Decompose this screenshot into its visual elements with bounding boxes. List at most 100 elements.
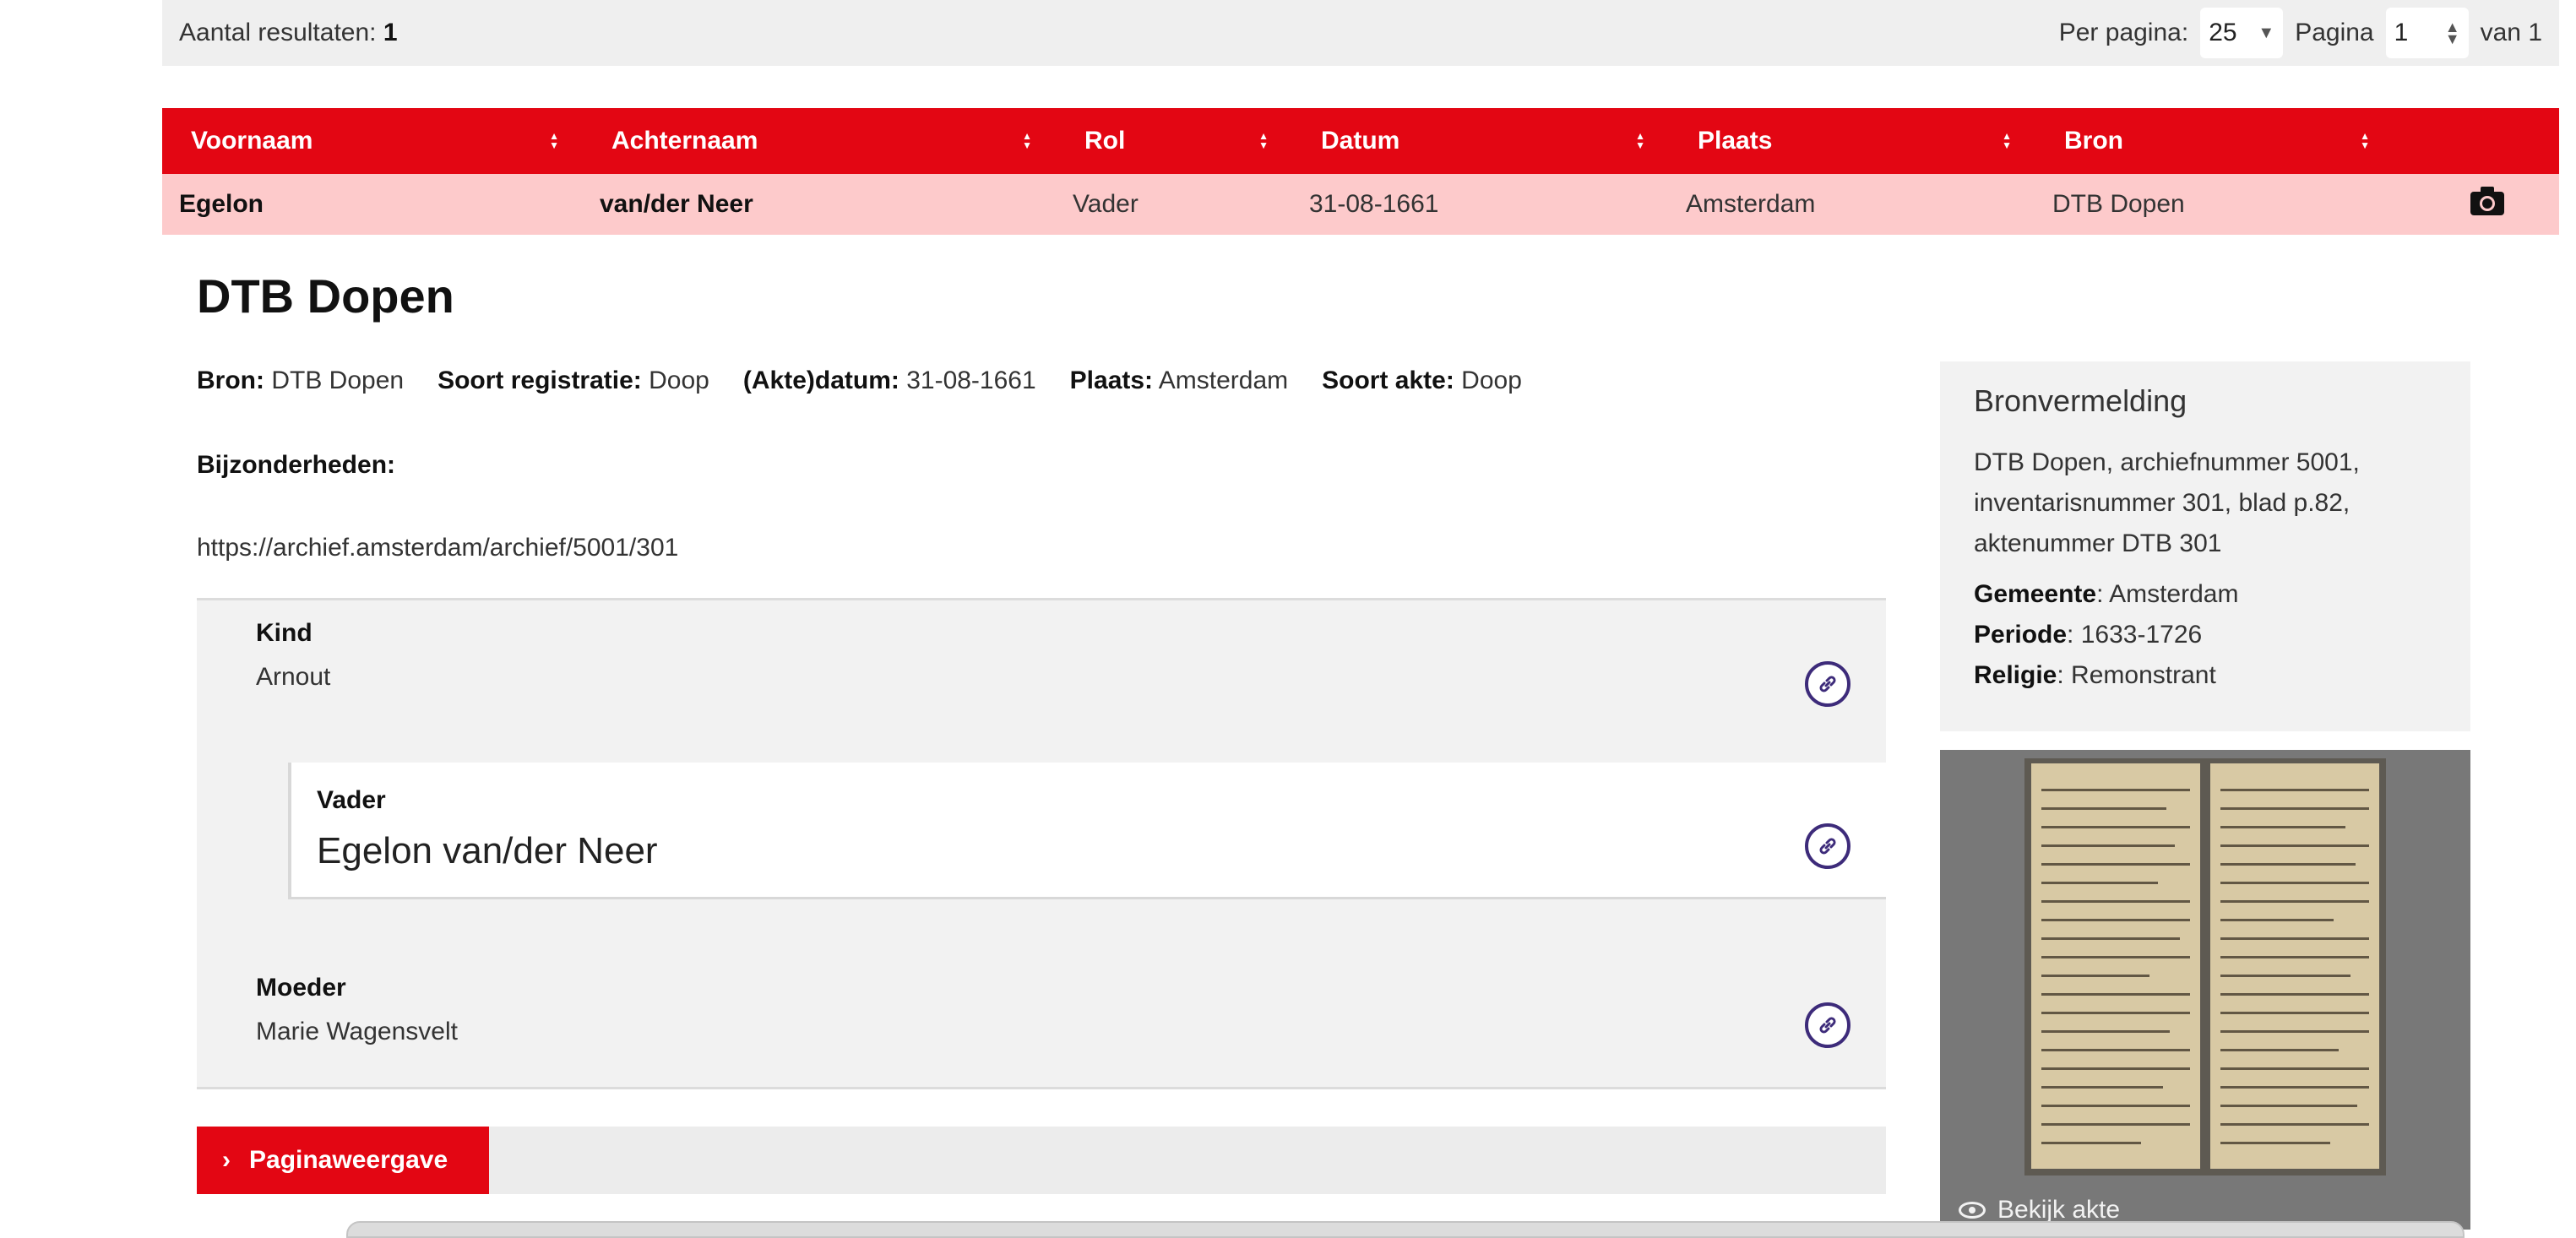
th-rol[interactable]: Rol ▲ ▼ — [1056, 108, 1292, 174]
link-icon[interactable] — [1805, 823, 1850, 869]
results-count-value: 1 — [383, 19, 398, 46]
cell-plaats: Amsterdam — [1686, 190, 1816, 218]
bekijk-akte-link[interactable]: Bekijk akte — [1959, 1196, 2120, 1224]
meta-plaats-value: Amsterdam — [1158, 367, 1289, 394]
persons-panel: Kind Arnout Vader Egelon van/der Neer Mo… — [197, 598, 1886, 1089]
pagination-controls: Per pagina: 25 ▼ Pagina 1 ▲ ▼ van 1 — [2059, 8, 2542, 58]
bijzonderheden-label: Bijzonderheden: — [197, 451, 396, 479]
meta-soort: Soort registratie: Doop — [437, 367, 709, 395]
sort-icon[interactable]: ▲ ▼ — [549, 131, 559, 150]
religie: Religie: Remonstrant — [1974, 655, 2437, 696]
bekijk-akte-label: Bekijk akte — [1997, 1196, 2121, 1224]
person-vader-card: Vader Egelon van/der Neer — [288, 763, 1886, 899]
results-bar: Aantal resultaten: 1 Per pagina: 25 ▼ Pa… — [162, 0, 2559, 66]
paginaweergave-button[interactable]: › Paginaweergave — [197, 1127, 489, 1194]
page-value: 1 — [2394, 19, 2409, 46]
th-voornaam[interactable]: Voornaam ▲ ▼ — [162, 108, 583, 174]
sort-icon[interactable]: ▲ ▼ — [1258, 131, 1269, 150]
caret-down-icon: ▼ — [2258, 23, 2275, 42]
periode-label: Periode — [1974, 621, 2068, 649]
os-dock — [346, 1221, 2465, 1238]
results-count-label: Aantal resultaten: — [179, 19, 377, 46]
sort-icon[interactable]: ▲ ▼ — [2002, 131, 2012, 150]
th-datum[interactable]: Datum ▲ ▼ — [1292, 108, 1669, 174]
page-stepper[interactable]: 1 ▲ ▼ — [2385, 8, 2469, 58]
gemeente-value: : Amsterdam — [2096, 580, 2239, 608]
th-achternaam[interactable]: Achternaam ▲ ▼ — [583, 108, 1056, 174]
cell-scan — [2394, 186, 2559, 223]
scan-image[interactable] — [2024, 758, 2386, 1176]
th-plaats[interactable]: Plaats ▲ ▼ — [1669, 108, 2035, 174]
per-page-value: 25 — [2209, 19, 2237, 46]
archive-url: https://archief.amsterdam/archief/5001/3… — [197, 534, 679, 562]
scan-page-right — [2210, 763, 2379, 1169]
per-page-label: Per pagina: — [2058, 19, 2189, 46]
meta-plaats-label: Plaats: — [1069, 367, 1154, 394]
th-bron-label: Bron — [2064, 127, 2123, 155]
meta-akte-label: Soort akte: — [1322, 367, 1454, 394]
page-title: DTB Dopen — [197, 269, 454, 323]
link-icon[interactable] — [1805, 1002, 1850, 1048]
stepper-arrows-icon[interactable]: ▲ ▼ — [2445, 19, 2460, 46]
meta-bron-value: DTB Dopen — [271, 367, 405, 394]
cell-bron: DTB Dopen — [2052, 190, 2185, 218]
table-row[interactable]: Egelon van/der Neer Vader 31-08-1661 Ams… — [162, 174, 2559, 235]
th-plaats-label: Plaats — [1698, 127, 1773, 155]
th-voornaam-label: Voornaam — [191, 127, 313, 155]
sort-icon[interactable]: ▲ ▼ — [2360, 131, 2370, 150]
table-header: Voornaam ▲ ▼ Achternaam ▲ ▼ Rol ▲ ▼ Datum ▲ ▼ Pl… — [162, 108, 2559, 174]
record-meta: Bron: DTB Dopen Soort registratie: Doop … — [197, 367, 1522, 395]
results-table: Voornaam ▲ ▼ Achternaam ▲ ▼ Rol ▲ ▼ Datum ▲ ▼ Pl… — [162, 108, 2559, 235]
th-achternaam-label: Achternaam — [611, 127, 758, 155]
results-count: Aantal resultaten: 1 — [179, 19, 398, 47]
person-name: Marie Wagensvelt — [256, 1018, 458, 1045]
meta-bron-label: Bron: — [197, 367, 264, 394]
person-moeder: Moeder Marie Wagensvelt — [256, 974, 458, 1046]
person-kind: Kind Arnout — [256, 619, 330, 692]
person-role: Moeder — [256, 974, 346, 1002]
person-name: Egelon van/der Neer — [317, 830, 658, 871]
link-icon[interactable] — [1805, 661, 1850, 707]
religie-label: Religie — [1974, 661, 2057, 689]
th-scan — [2394, 108, 2559, 174]
th-bron[interactable]: Bron ▲ ▼ — [2035, 108, 2394, 174]
scan-preview[interactable]: Bekijk akte — [1940, 750, 2470, 1230]
meta-soort-label: Soort registratie: — [437, 367, 642, 394]
per-page-select[interactable]: 25 ▼ — [2200, 8, 2284, 58]
bronvermelding-box: Bronvermelding DTB Dopen, archiefnummer … — [1940, 361, 2470, 731]
sort-icon[interactable]: ▲ ▼ — [1635, 131, 1645, 150]
meta-datum-value: 31-08-1661 — [906, 367, 1036, 394]
periode: Periode: 1633-1726 — [1974, 615, 2437, 655]
scan-page-left — [2031, 763, 2200, 1169]
meta-datum-label: (Akte)datum: — [742, 367, 899, 394]
chevron-right-icon: › — [222, 1146, 231, 1174]
page-of-label: van 1 — [2480, 19, 2542, 46]
person-role: Vader — [317, 786, 386, 814]
religie-value: : Remonstrant — [2057, 661, 2216, 689]
page-label: Pagina — [2295, 19, 2374, 46]
paginaweergave-bar: › Paginaweergave — [197, 1127, 1886, 1194]
cell-rol: Vader — [1073, 190, 1139, 218]
cell-datum: 31-08-1661 — [1309, 190, 1439, 218]
meta-akte-value: Doop — [1461, 367, 1522, 394]
person-name: Arnout — [256, 663, 331, 691]
meta-datum: (Akte)datum: 31-08-1661 — [743, 367, 1036, 395]
bronvermelding-desc: DTB Dopen, archiefnummer 5001, inventari… — [1974, 448, 2360, 557]
person-role: Kind — [256, 619, 312, 647]
meta-soort-value: Doop — [649, 367, 709, 394]
th-datum-label: Datum — [1321, 127, 1400, 155]
sort-icon[interactable]: ▲ ▼ — [1022, 131, 1032, 150]
camera-icon[interactable] — [2470, 186, 2505, 216]
paginaweergave-label: Paginaweergave — [249, 1146, 448, 1174]
meta-akte: Soort akte: Doop — [1322, 367, 1522, 395]
bronvermelding-title: Bronvermelding — [1974, 383, 2187, 418]
meta-bron: Bron: DTB Dopen — [197, 367, 404, 395]
meta-plaats: Plaats: Amsterdam — [1070, 367, 1288, 395]
gemeente: Gemeente: Amsterdam — [1974, 574, 2437, 615]
gemeente-label: Gemeente — [1974, 580, 2097, 608]
th-rol-label: Rol — [1084, 127, 1126, 155]
cell-achternaam: van/der Neer — [600, 190, 753, 218]
periode-value: : 1633-1726 — [2067, 621, 2203, 649]
eye-icon — [1959, 1202, 1986, 1219]
cell-voornaam: Egelon — [179, 190, 264, 218]
